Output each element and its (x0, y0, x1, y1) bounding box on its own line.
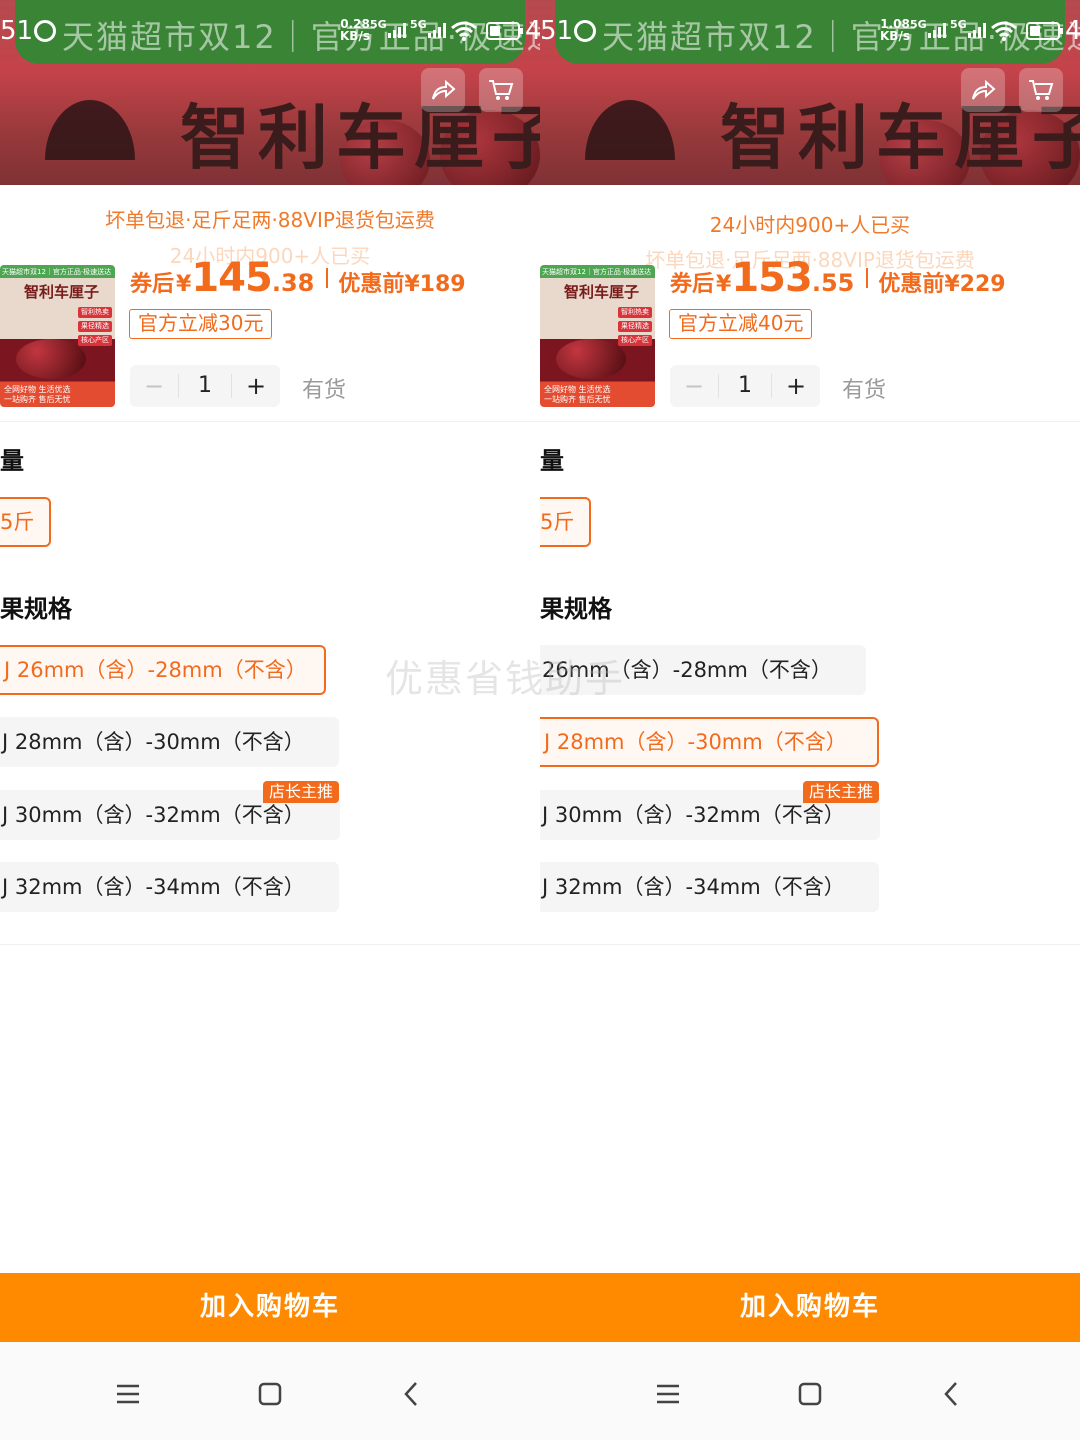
menu-icon (117, 1384, 139, 1404)
share-icon (972, 79, 996, 100)
status-bar: 51 天猫超市双12｜官方正品·极速送达 0.28KB/s 5G 5G 4 (0, 10, 540, 56)
original-price-label: 优惠前 (878, 272, 945, 297)
increment-button[interactable]: + (772, 372, 820, 400)
menu-button[interactable] (646, 1376, 690, 1412)
quantity-value[interactable]: 1 (178, 374, 232, 398)
add-to-cart-button[interactable]: 加入购物车 (0, 1273, 540, 1342)
recommend-badge: 店长主推 (263, 781, 340, 803)
cart-button[interactable] (479, 68, 523, 112)
product-hero-image: 智利车厘子 51 天猫超市双12｜官方正品·极速送达 1.08KB/s 5G 5… (540, 0, 1080, 185)
system-nav-bar (0, 1342, 540, 1440)
menu-button[interactable] (106, 1376, 150, 1412)
wifi-icon (451, 21, 477, 41)
moon-icon (34, 20, 56, 42)
signal-icon (428, 22, 446, 38)
promo-line: 坏单包退·足斤足两·88VIP退货包运费 (105, 208, 435, 232)
share-icon (432, 79, 456, 100)
add-to-cart-button[interactable]: 加入购物车 (540, 1273, 1080, 1342)
home-icon (258, 1382, 282, 1406)
spec-section-title: 果规格 (540, 595, 612, 623)
product-thumbnail: 天猫超市双12｜官方正品·极速送达 智利车厘子 智利热卖 果径精选 核心产区 全… (0, 265, 115, 407)
stock-status: 有货 (302, 378, 347, 403)
original-price: ¥229 (944, 272, 1006, 297)
weight-section-title: 量 (540, 447, 564, 475)
stock-status: 有货 (842, 378, 887, 403)
share-button[interactable] (421, 68, 465, 112)
price-row: 券后 ¥ 153 .55 优惠前 ¥229 (670, 255, 1006, 301)
increment-button[interactable]: + (232, 372, 280, 400)
share-button[interactable] (961, 68, 1005, 112)
signal-icon (928, 22, 946, 38)
price-row: 券后 ¥ 145 .38 优惠前 ¥189 (130, 255, 466, 301)
promo-line: 24小时内900+人已买 (709, 213, 911, 237)
quantity-value[interactable]: 1 (718, 374, 772, 398)
status-time: 51 (0, 16, 34, 46)
network-speed: 0.28 KB/s (340, 17, 370, 43)
decrement-button[interactable]: − (670, 372, 718, 400)
spec-option[interactable]: J 28mm（含）-30mm（不含） (0, 717, 339, 767)
decrement-button[interactable]: − (130, 372, 178, 400)
price-decimal: .55 (811, 269, 855, 297)
cart-icon (1029, 80, 1054, 100)
battery-icon (486, 22, 523, 40)
back-icon (944, 1382, 957, 1406)
cart-button[interactable] (1019, 68, 1063, 112)
spec-option[interactable]: J 26mm（含）-28mm（不含） (0, 645, 326, 695)
original-price: ¥189 (404, 272, 466, 297)
coupon-badge: 官方立减40元 (669, 309, 813, 339)
cart-icon (489, 80, 514, 100)
home-button[interactable] (248, 1376, 292, 1412)
signal-icon (388, 22, 406, 38)
price-decimal: .38 (271, 269, 315, 297)
right-screenshot: 智利车厘子 51 天猫超市双12｜官方正品·极速送达 1.08KB/s 5G 5… (540, 0, 1080, 1440)
weight-option[interactable]: 5斤 (540, 497, 591, 547)
price-integer: 145 (191, 255, 272, 301)
quantity-stepper: − 1 + (130, 365, 280, 407)
moon-icon (574, 20, 596, 42)
menu-icon (657, 1384, 679, 1404)
product-hero-image: 智利车厘子 51 天猫超市双12｜官方正品·极速送达 0.28KB/s 5G 5… (0, 0, 540, 185)
spec-option[interactable]: J 32mm（含）-34mm（不含） (540, 862, 879, 912)
left-screenshot: 智利车厘子 51 天猫超市双12｜官方正品·极速送达 0.28KB/s 5G 5… (0, 0, 540, 1440)
back-button[interactable] (929, 1376, 973, 1412)
original-price-label: 优惠前 (338, 272, 405, 297)
battery-icon (1026, 22, 1063, 40)
network-speed: 1.08 KB/s (880, 17, 910, 43)
system-nav-bar (540, 1342, 1080, 1440)
weight-section-title: 量 (0, 447, 24, 475)
coupon-badge: 官方立减30元 (129, 309, 273, 339)
spec-option[interactable]: 26mm（含）-28mm（不含） (540, 645, 866, 695)
status-bar: 51 天猫超市双12｜官方正品·极速送达 1.08KB/s 5G 5G 4 (540, 10, 1080, 56)
recommend-badge: 店长主推 (803, 781, 880, 803)
back-icon (404, 1382, 417, 1406)
product-thumbnail: 天猫超市双12｜官方正品·极速送达 智利车厘子 智利热卖 果径精选 核心产区 全… (540, 265, 655, 407)
signal-icon (968, 22, 986, 38)
home-icon (798, 1382, 822, 1406)
spec-option[interactable]: J 28mm（含）-30mm（不含） (540, 717, 879, 767)
spec-option[interactable]: J 32mm（含）-34mm（不含） (0, 862, 339, 912)
price-integer: 153 (731, 255, 812, 301)
weight-option[interactable]: 5斤 (0, 497, 51, 547)
wifi-icon (991, 21, 1017, 41)
back-button[interactable] (389, 1376, 433, 1412)
quantity-stepper: − 1 + (670, 365, 820, 407)
home-button[interactable] (788, 1376, 832, 1412)
spec-section-title: 果规格 (0, 595, 72, 623)
status-time: 51 (540, 16, 574, 46)
